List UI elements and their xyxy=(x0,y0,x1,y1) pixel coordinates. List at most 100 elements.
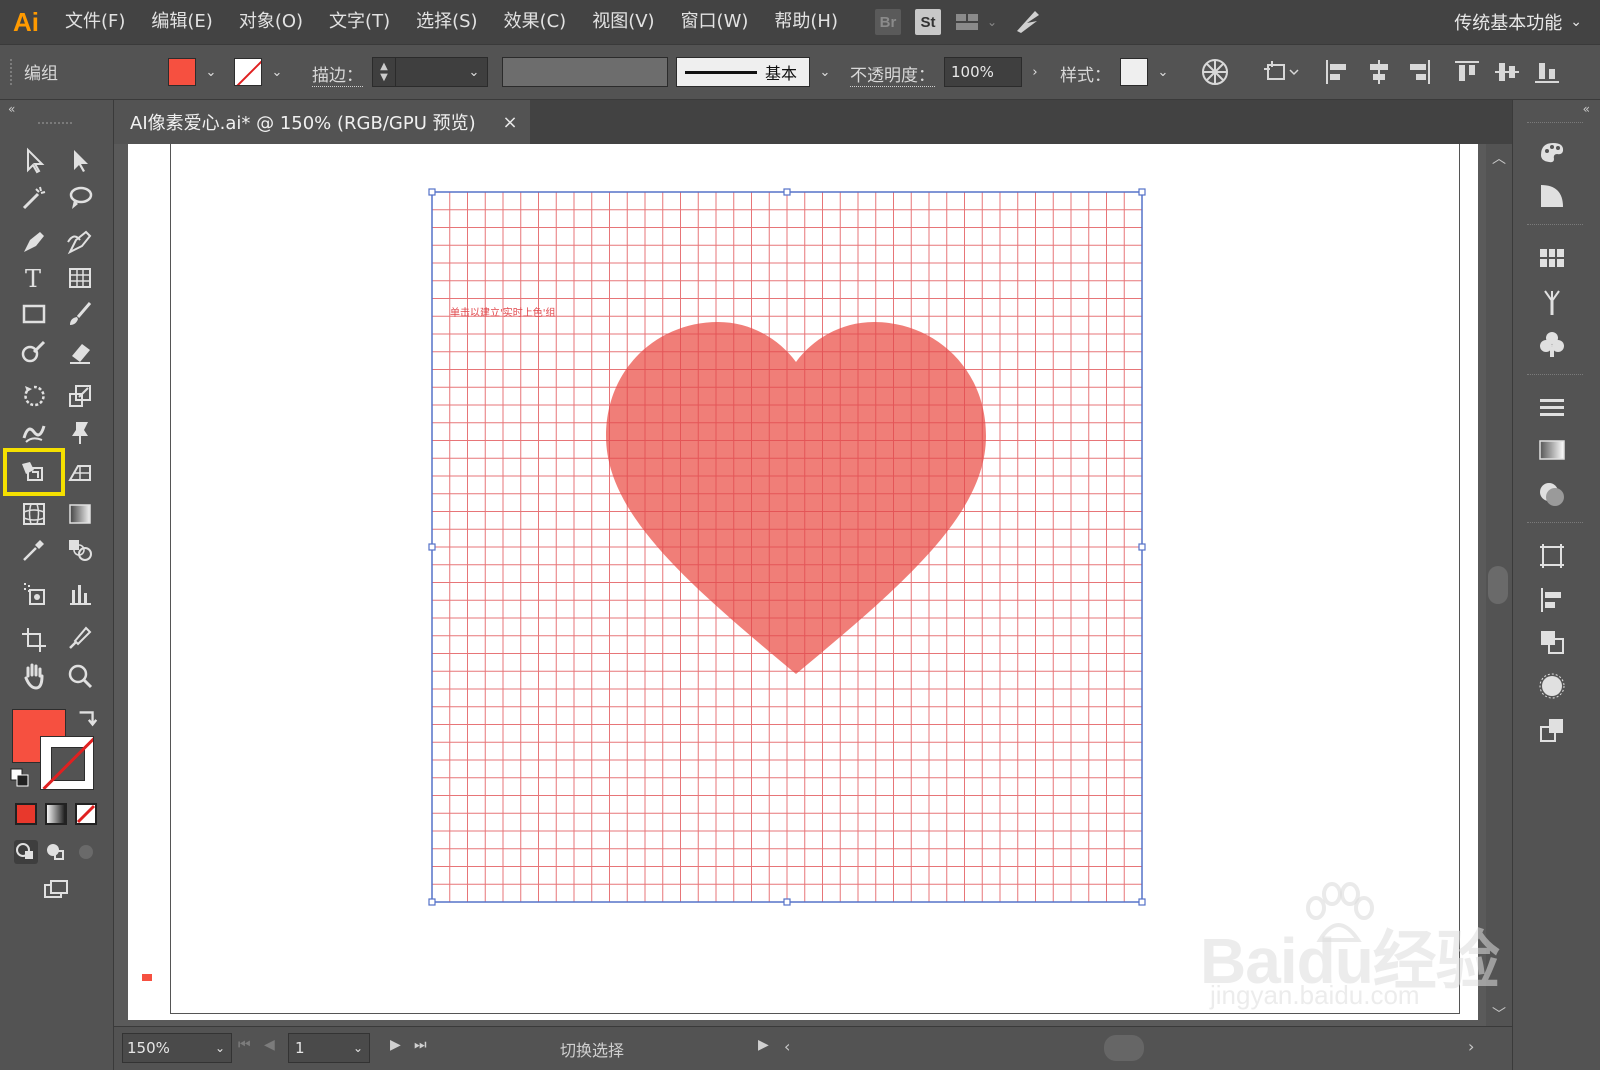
next-artboard-icon[interactable]: ▶ xyxy=(390,1037,401,1053)
swatches-panel-icon[interactable] xyxy=(1533,240,1571,276)
workspace-switcher[interactable]: 传统基本功能 ⌄ xyxy=(1454,0,1582,44)
mesh-tool-icon[interactable] xyxy=(16,498,52,530)
status-text[interactable]: 切换选择 xyxy=(560,1037,624,1061)
menu-object[interactable]: 对象(O) xyxy=(226,0,316,44)
table-graph-tool-icon[interactable] xyxy=(62,262,98,294)
curvature-tool-icon[interactable] xyxy=(62,226,98,258)
column-graph-tool-icon[interactable] xyxy=(62,578,98,610)
menu-file[interactable]: 文件(F) xyxy=(52,0,138,44)
previous-artboard-icon[interactable]: ◀ xyxy=(264,1037,275,1053)
zoom-tool-icon[interactable] xyxy=(62,660,98,692)
chevron-down-icon[interactable]: ⌄ xyxy=(215,1041,225,1055)
magic-wand-tool-icon[interactable] xyxy=(16,182,52,214)
align-right-icon[interactable] xyxy=(1404,57,1434,87)
stroke-color-swatch[interactable] xyxy=(40,736,94,790)
stroke-color-control[interactable]: ⌄ xyxy=(234,58,284,86)
warp-tool-icon[interactable] xyxy=(16,416,52,448)
shaper-tool-icon[interactable] xyxy=(16,336,52,368)
chevron-down-icon[interactable]: ⌄ xyxy=(1156,65,1170,80)
align-top-icon[interactable] xyxy=(1452,57,1482,87)
artboard-tool-icon[interactable] xyxy=(16,622,52,654)
pen-tool-icon[interactable] xyxy=(16,226,52,258)
chevron-down-icon[interactable]: ⌄ xyxy=(204,65,218,80)
brushes-panel-icon[interactable] xyxy=(1533,284,1571,320)
eraser-tool-icon[interactable] xyxy=(62,336,98,368)
horizontal-scroll-thumb[interactable] xyxy=(1104,1035,1144,1061)
recolor-artwork-icon[interactable] xyxy=(1200,57,1230,87)
pathfinder-panel-icon[interactable] xyxy=(1533,624,1571,660)
opacity-label[interactable]: 不透明度： xyxy=(850,61,935,87)
transform-icon[interactable] xyxy=(1260,57,1300,87)
scroll-left-icon[interactable]: ‹ xyxy=(784,1037,790,1056)
document-tab[interactable]: AI像素爱心.ai* @ 150% (RGB/GPU 预览) × xyxy=(114,100,530,144)
first-artboard-icon[interactable]: ⏮ xyxy=(238,1037,251,1053)
default-fill-stroke-icon[interactable] xyxy=(8,766,32,790)
fill-swatch[interactable] xyxy=(168,58,196,86)
scale-tool-icon[interactable] xyxy=(62,380,98,412)
close-icon[interactable]: × xyxy=(498,110,522,134)
variable-width-profile[interactable] xyxy=(502,57,668,87)
collapse-panel-icon[interactable]: « xyxy=(8,102,15,116)
chevron-down-icon[interactable]: ⌄ xyxy=(270,65,284,80)
graphic-style-swatch[interactable] xyxy=(1120,58,1148,86)
gradient-tool-icon[interactable] xyxy=(62,498,98,530)
bridge-button[interactable]: Br xyxy=(875,9,901,35)
arrange-documents-icon[interactable]: ⌄ xyxy=(955,9,999,35)
slice-tool-icon[interactable] xyxy=(62,622,98,654)
gradient-panel-icon[interactable] xyxy=(1533,432,1571,468)
menu-type[interactable]: 文字(T) xyxy=(316,0,403,44)
menu-effect[interactable]: 效果(C) xyxy=(491,0,580,44)
symbol-sprayer-tool-icon[interactable] xyxy=(16,578,52,610)
none-mode-icon[interactable] xyxy=(68,798,104,830)
paintbrush-tool-icon[interactable] xyxy=(62,298,98,330)
change-screen-mode-icon[interactable] xyxy=(38,874,74,906)
appearance-panel-icon[interactable] xyxy=(1533,668,1571,704)
transparency-panel-icon[interactable] xyxy=(1533,476,1571,512)
menu-view[interactable]: 视图(V) xyxy=(579,0,667,44)
align-panel-icon[interactable] xyxy=(1533,582,1571,618)
menu-window[interactable]: 窗口(W) xyxy=(668,0,762,44)
opacity-input[interactable]: 100% xyxy=(944,57,1022,87)
stroke-weight-label[interactable]: 描边： xyxy=(312,61,363,87)
layers-panel-icon[interactable] xyxy=(1533,712,1571,748)
menu-edit[interactable]: 编辑(E) xyxy=(138,0,225,44)
last-artboard-icon[interactable]: ⏭ xyxy=(414,1037,427,1053)
dock-grip[interactable] xyxy=(1527,122,1583,124)
align-center-icon[interactable] xyxy=(1364,57,1394,87)
align-left-icon[interactable] xyxy=(1322,57,1352,87)
draw-inside-icon[interactable] xyxy=(68,836,104,868)
fill-color-control[interactable]: ⌄ xyxy=(168,58,218,86)
chevron-right-icon[interactable]: › xyxy=(1028,65,1042,80)
transform-panel-icon[interactable] xyxy=(1533,538,1571,574)
selection-tool-icon[interactable] xyxy=(16,144,52,176)
stroke-weight-field[interactable]: ▲ ▼ ⌄ xyxy=(372,57,488,87)
color-panel-icon[interactable] xyxy=(1533,134,1571,170)
stroke-stepper[interactable]: ▲ ▼ xyxy=(372,57,396,87)
perspective-grid-tool-icon[interactable] xyxy=(62,456,98,488)
eyedropper-tool-icon[interactable] xyxy=(16,534,52,566)
align-bottom-icon[interactable] xyxy=(1532,57,1562,87)
align-vertical-center-icon[interactable] xyxy=(1492,57,1522,87)
type-tool-icon[interactable]: T xyxy=(16,262,52,294)
chevron-down-icon[interactable]: ⌄ xyxy=(818,65,832,80)
scroll-right-icon[interactable]: › xyxy=(1468,1037,1474,1056)
menu-help[interactable]: 帮助(H) xyxy=(761,0,851,44)
chevron-down-icon[interactable]: ⌄ xyxy=(353,1041,363,1055)
brush-definition-field[interactable]: 基本 xyxy=(676,57,810,87)
panel-grip[interactable] xyxy=(38,122,72,124)
status-menu-arrow-icon[interactable]: ▶ xyxy=(758,1037,769,1053)
lasso-tool-icon[interactable] xyxy=(62,182,98,214)
zoom-level-field[interactable]: 150% ⌄ xyxy=(122,1033,232,1063)
gpu-performance-icon[interactable] xyxy=(1013,7,1043,37)
rotate-tool-icon[interactable] xyxy=(16,380,52,412)
blend-tool-icon[interactable] xyxy=(62,534,98,566)
artboard-number-field[interactable]: 1 ⌄ xyxy=(288,1033,370,1063)
hand-tool-icon[interactable] xyxy=(16,660,52,692)
rectangle-tool-icon[interactable] xyxy=(16,298,52,330)
stock-button[interactable]: St xyxy=(915,9,941,35)
symbols-panel-icon[interactable] xyxy=(1533,326,1571,362)
stroke-weight-input[interactable]: ⌄ xyxy=(396,57,488,87)
menu-select[interactable]: 选择(S) xyxy=(403,0,490,44)
stroke-panel-icon[interactable] xyxy=(1533,390,1571,426)
stroke-swatch-none[interactable] xyxy=(234,58,262,86)
